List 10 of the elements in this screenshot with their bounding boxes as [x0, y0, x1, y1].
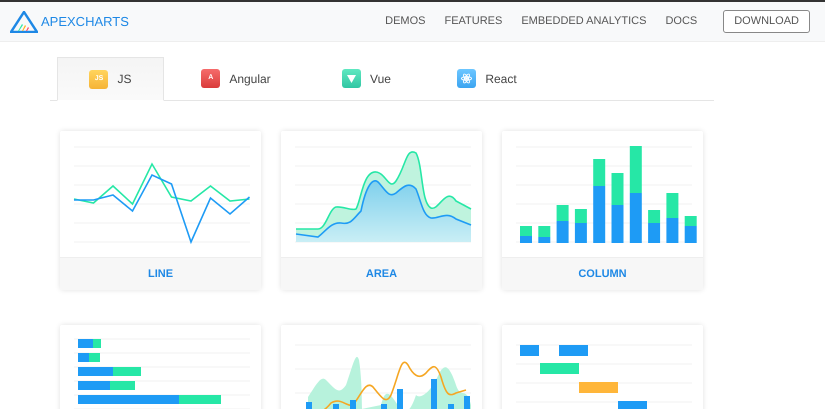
nav-link[interactable]: FEATURES [444, 13, 502, 30]
chart-label: LINE [148, 266, 174, 282]
nav-link[interactable]: DOCS [665, 13, 698, 30]
download-button[interactable]: DOWNLOAD [723, 10, 810, 33]
framework-tab[interactable]: Vue [308, 57, 425, 100]
chart-label: COLUMN [578, 266, 627, 282]
framework-tab[interactable]: React [432, 57, 542, 100]
chart-label: AREA [366, 266, 398, 282]
nav-link[interactable]: EMBEDDED ANALYTICS [521, 13, 646, 30]
nav-link[interactable]: DEMOS [385, 13, 426, 30]
